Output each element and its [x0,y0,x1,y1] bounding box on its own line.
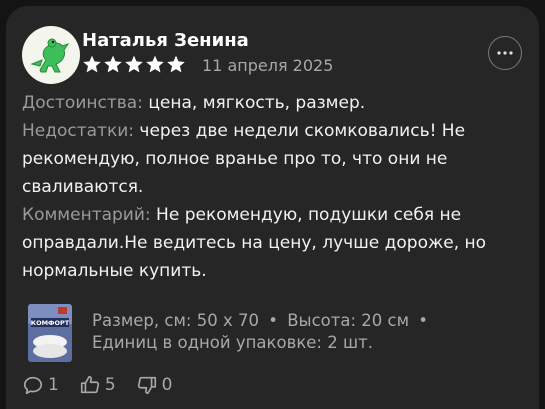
dinosaur-icon [30,38,70,73]
pros-section: Достоинства: цена, мягкость, размер. [22,89,527,117]
comments-button[interactable]: 1 [22,374,59,396]
size-value: 50 x 70 [196,311,259,330]
star-icon [167,55,185,73]
product-specs: Размер, см: 50 x 70 • Высота: 20 см • Ед… [92,310,532,354]
separator: • [418,311,429,330]
dislike-button[interactable]: 0 [136,374,173,396]
product-image: КОМФОРТ [28,304,72,362]
review-card: Наталья Зенина 11 апреля 2025 Достоинств… [6,6,539,409]
comment-icon [23,376,43,395]
specs-line-1: Размер, см: 50 x 70 • Высота: 20 см • [92,310,532,332]
specs-line-2: Единиц в одной упаковке: 2 шт. [92,332,532,354]
user-avatar[interactable] [22,26,80,84]
rating-stars [82,54,186,74]
thumbnail-label: КОМФОРТ [31,319,70,327]
comment-label: Комментарий: [22,205,151,225]
comments-count: 1 [48,375,59,395]
units-value: 2 шт. [327,333,373,352]
units-label: Единиц в одной упаковке: [92,333,322,352]
dislikes-count: 0 [161,375,173,395]
height-value: 20 см [361,311,410,330]
review-date: 11 апреля 2025 [202,56,334,75]
thumbs-down-icon [137,376,156,395]
pros-text: цена, мягкость, размер. [148,93,366,113]
pros-label: Достоинства: [22,93,143,113]
thumbs-up-icon [80,375,99,394]
more-options-button[interactable] [488,36,522,70]
size-label: Размер, см: [92,311,192,330]
ellipsis-icon [497,51,513,55]
star-icon [83,55,101,73]
review-body: Достоинства: цена, мягкость, размер. Нед… [22,89,527,285]
star-icon [125,55,143,73]
comment-section: Комментарий: Не рекомендую, подушки себя… [22,201,527,285]
like-button[interactable]: 5 [79,374,116,396]
separator: • [268,311,278,330]
star-icon [104,55,122,73]
likes-count: 5 [104,375,116,395]
product-thumbnail[interactable]: КОМФОРТ [28,304,72,362]
cons-section: Недостатки: через две недели скомковалис… [22,117,527,201]
review-actions: 1 5 0 [22,374,192,396]
author-name[interactable]: Наталья Зенина [82,30,249,51]
star-icon [146,55,164,73]
cons-label: Недостатки: [22,121,135,141]
height-label: Высота: [287,311,357,330]
